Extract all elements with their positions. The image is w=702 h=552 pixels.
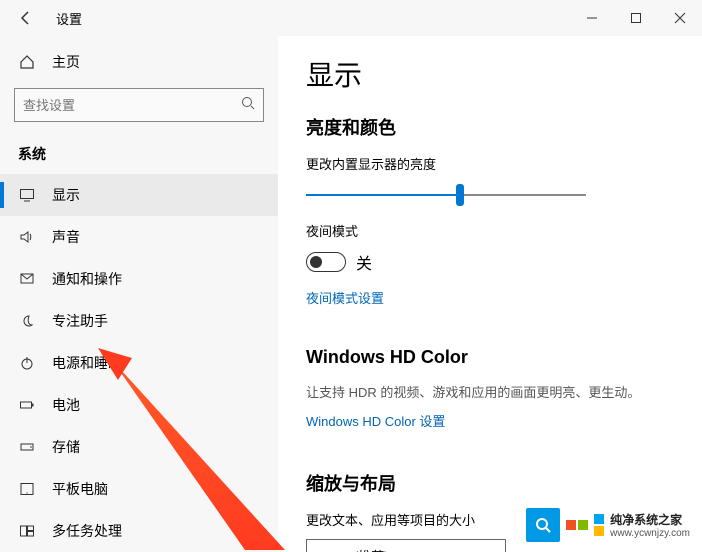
brightness-slider-label: 更改内置显示器的亮度 bbox=[306, 154, 674, 173]
watermark: 纯净系统之家 www.ycwnjzy.com bbox=[520, 504, 696, 546]
page-title: 显示 bbox=[306, 54, 674, 94]
watermark-logo-2 bbox=[594, 514, 604, 536]
display-icon bbox=[18, 187, 36, 203]
sidebar-item-sound[interactable]: 声音 bbox=[0, 216, 278, 258]
nightlight-label: 夜间模式 bbox=[306, 221, 674, 240]
slider-thumb[interactable] bbox=[456, 184, 464, 206]
watermark-search-icon bbox=[526, 508, 560, 542]
window-title: 设置 bbox=[56, 9, 570, 28]
hdr-description: 让支持 HDR 的视频、游戏和应用的画面更明亮、更生动。 bbox=[306, 382, 674, 401]
search-icon bbox=[241, 96, 255, 115]
watermark-logo bbox=[566, 520, 588, 530]
sidebar-item-label: 多任务处理 bbox=[52, 521, 122, 541]
sidebar-item-power-sleep[interactable]: 电源和睡眠 bbox=[0, 342, 278, 384]
scale-heading: 缩放与布局 bbox=[306, 470, 674, 496]
power-icon bbox=[18, 355, 36, 371]
scale-value: 200% (推荐) bbox=[317, 546, 389, 552]
nightlight-state: 关 bbox=[356, 250, 372, 274]
slider-fill bbox=[306, 194, 460, 196]
sidebar-item-notifications[interactable]: 通知和操作 bbox=[0, 258, 278, 300]
sidebar-item-label: 通知和操作 bbox=[52, 269, 122, 289]
hdr-heading: Windows HD Color bbox=[306, 347, 674, 368]
nightlight-settings-link[interactable]: 夜间模式设置 bbox=[306, 288, 384, 307]
sidebar-home[interactable]: 主页 bbox=[0, 44, 278, 80]
sidebar-section-label: 系统 bbox=[0, 136, 278, 174]
sidebar-item-label: 平板电脑 bbox=[52, 479, 108, 499]
sidebar-item-tablet[interactable]: 平板电脑 bbox=[0, 468, 278, 510]
minimize-button[interactable] bbox=[570, 0, 614, 36]
focus-icon bbox=[18, 313, 36, 329]
search-input[interactable] bbox=[23, 98, 241, 113]
sidebar-item-label: 存储 bbox=[52, 437, 80, 457]
sidebar-item-focus-assist[interactable]: 专注助手 bbox=[0, 300, 278, 342]
sidebar-item-label: 声音 bbox=[52, 227, 80, 247]
storage-icon bbox=[18, 439, 36, 455]
sidebar-item-storage[interactable]: 存储 bbox=[0, 426, 278, 468]
sidebar-item-label: 电池 bbox=[52, 395, 80, 415]
sidebar-item-display[interactable]: 显示 bbox=[0, 174, 278, 216]
search-input-container[interactable] bbox=[14, 88, 264, 122]
content-area: 显示 亮度和颜色 更改内置显示器的亮度 夜间模式 关 夜间模式设置 Window… bbox=[278, 36, 702, 552]
battery-icon bbox=[18, 397, 36, 413]
toggle-knob bbox=[310, 256, 322, 268]
sidebar-item-multitasking[interactable]: 多任务处理 bbox=[0, 510, 278, 552]
sidebar-item-battery[interactable]: 电池 bbox=[0, 384, 278, 426]
close-button[interactable] bbox=[658, 0, 702, 36]
sidebar: 主页 系统 显示 声音 通知和操作 专注助手 电源和睡眠 bbox=[0, 36, 278, 552]
sidebar-item-label: 专注助手 bbox=[52, 311, 108, 331]
multitask-icon bbox=[18, 523, 36, 539]
hdr-settings-link[interactable]: Windows HD Color 设置 bbox=[306, 411, 445, 430]
tablet-icon bbox=[18, 481, 36, 497]
back-button[interactable] bbox=[14, 6, 38, 30]
home-icon bbox=[18, 54, 36, 70]
scale-select[interactable]: 200% (推荐) bbox=[306, 539, 506, 552]
nightlight-toggle[interactable] bbox=[306, 252, 346, 272]
sidebar-item-label: 电源和睡眠 bbox=[52, 353, 122, 373]
maximize-button[interactable] bbox=[614, 0, 658, 36]
notification-icon bbox=[18, 271, 36, 287]
brightness-slider[interactable] bbox=[306, 183, 586, 207]
sidebar-item-label: 显示 bbox=[52, 185, 80, 205]
sidebar-home-label: 主页 bbox=[52, 52, 80, 72]
watermark-text: 纯净系统之家 www.ycwnjzy.com bbox=[610, 511, 690, 539]
brightness-heading: 亮度和颜色 bbox=[306, 114, 674, 140]
sound-icon bbox=[18, 229, 36, 245]
